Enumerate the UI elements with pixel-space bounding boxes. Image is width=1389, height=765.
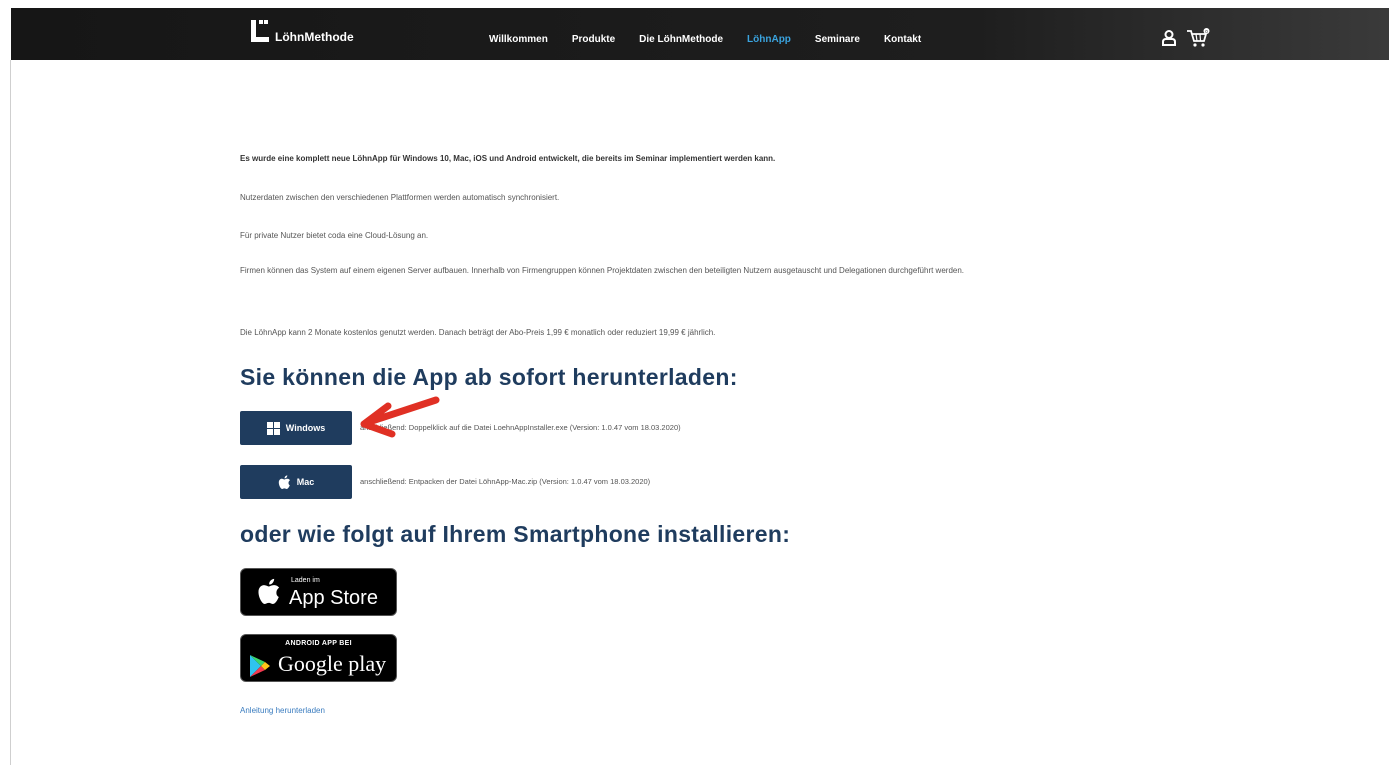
intro-paragraph-1: Es wurde eine komplett neue LöhnApp für …: [240, 154, 776, 163]
app-store-badge[interactable]: Laden im App Store: [240, 568, 397, 616]
apple-icon: [278, 474, 290, 489]
windows-button-label: Windows: [285, 423, 326, 433]
windows-icon: [266, 421, 280, 435]
red-arrow-annotation: [360, 396, 440, 438]
download-instructions-link[interactable]: Anleitung herunterladen: [240, 706, 325, 715]
intro-paragraph-5: Die LöhnApp kann 2 Monate kostenlos genu…: [240, 328, 716, 337]
nav-item-produkte[interactable]: Produkte: [572, 34, 615, 45]
windows-download-button[interactable]: Windows: [240, 411, 352, 445]
nav-item-willkommen[interactable]: Willkommen: [489, 34, 548, 45]
intro-paragraph-2: Nutzerdaten zwischen den verschiedenen P…: [240, 193, 560, 202]
app-store-small-text: Laden im: [291, 577, 320, 584]
left-border: [10, 60, 11, 765]
google-play-label: Google play: [278, 651, 387, 676]
app-store-label: App Store: [289, 587, 378, 609]
nav-item-seminare[interactable]: Seminare: [815, 34, 860, 45]
nav-item-kontakt[interactable]: Kontakt: [884, 34, 921, 45]
google-play-small-text: ANDROID APP BEI: [285, 640, 352, 647]
google-play-icon: [250, 655, 270, 677]
nav-item-die-loehnmethode[interactable]: Die LöhnMethode: [639, 34, 723, 45]
google-play-badge[interactable]: ANDROID APP BEI Google play: [240, 634, 397, 682]
main-nav: Willkommen Produkte Die LöhnMethode Löhn…: [489, 34, 945, 45]
user-icon[interactable]: [1162, 30, 1176, 46]
logo-mark-icon: [251, 20, 269, 42]
top-navigation-bar: LöhnMethode Willkommen Produkte Die Löhn…: [11, 8, 1389, 60]
cart-icon[interactable]: 0: [1186, 28, 1210, 48]
mac-button-label: Mac: [296, 477, 315, 487]
nav-item-loehnapp[interactable]: LöhnApp: [747, 34, 791, 45]
mobile-install-heading: oder wie folgt auf Ihrem Smartphone inst…: [240, 521, 791, 547]
intro-paragraph-3: Für private Nutzer bietet coda eine Clou…: [240, 231, 429, 240]
download-heading: Sie können die App ab sofort herunterlad…: [240, 364, 738, 390]
brand-name: LöhnMethode: [275, 30, 354, 44]
apple-icon: [258, 578, 280, 604]
mac-download-button[interactable]: Mac: [240, 465, 352, 499]
brand-logo[interactable]: LöhnMethode: [251, 20, 354, 44]
mac-install-note: anschließend: Entpacken der Datei LöhnAp…: [360, 477, 651, 486]
intro-paragraph-4: Firmen können das System auf einem eigen…: [240, 266, 965, 275]
